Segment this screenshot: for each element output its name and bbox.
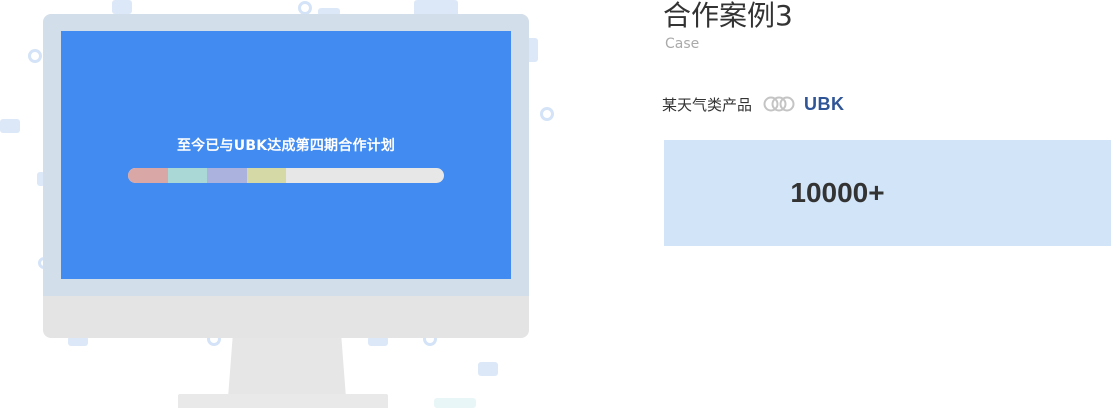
- case-subtitle: Case: [665, 36, 700, 52]
- decor-circle: [28, 49, 42, 63]
- decor-shape: [434, 398, 476, 408]
- progress-segment: [246, 168, 286, 183]
- decor-shape: [0, 119, 20, 133]
- stat-value: 10000+: [790, 177, 885, 208]
- monitor-stand-base: [178, 394, 388, 408]
- chain-link-icon: [762, 94, 796, 114]
- monitor-screen: 至今已与UBK达成第四期合作计划: [61, 31, 511, 279]
- stat-box: 10000+: [664, 140, 1111, 246]
- progress-segment: [207, 168, 247, 183]
- cooperation-message: 至今已与UBK达成第四期合作计划: [176, 138, 396, 154]
- decor-shape: [112, 0, 132, 14]
- progress-segment: [167, 168, 207, 183]
- monitor-stand: [228, 336, 346, 398]
- decor-circle: [540, 107, 554, 121]
- ubk-logo: UBK: [804, 93, 845, 114]
- decor-shape: [478, 362, 498, 376]
- case-study-panel: 至今已与UBK达成第四期合作计划 合作案例3 Case 某天气类产品 UBK 1…: [0, 0, 1111, 408]
- partner-row: 某天气类产品 UBK: [662, 92, 845, 116]
- case-title: 合作案例3: [663, 0, 793, 32]
- progress-segment: [128, 168, 168, 183]
- partner-name: 某天气类产品: [662, 95, 753, 114]
- decor-circle: [298, 1, 312, 15]
- cooperation-progress-bar: [128, 168, 444, 183]
